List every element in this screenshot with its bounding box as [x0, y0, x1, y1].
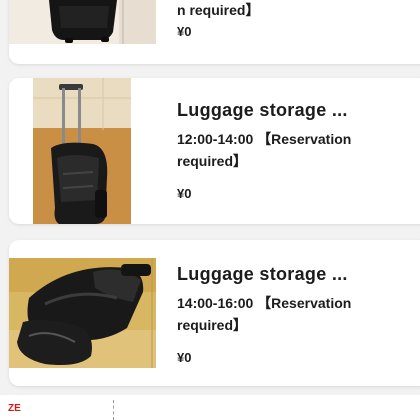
listing-photo — [33, 78, 131, 224]
listing-price: ¥0 — [177, 186, 192, 201]
listing-time: 14:00-16:00 【Reservation required】 — [177, 295, 352, 333]
listing-list: n required】 ¥0 Luggage storage ... 12:00… — [0, 0, 420, 420]
listing-card[interactable]: Luggage storage ... 12:00-14:00 【Reserva… — [9, 78, 420, 224]
listing-time: 12:00-14:00 【Reservation required】 — [177, 131, 352, 169]
listing-price: ¥0 — [177, 350, 192, 365]
listing-title: Luggage storage ... — [177, 100, 348, 120]
rolling-suitcase-photo-graphic — [33, 78, 131, 224]
bags-photo-graphic — [9, 258, 156, 368]
listing-title: Luggage storage ... — [177, 264, 348, 284]
store-logo: ZE — [8, 403, 21, 414]
listing-card[interactable]: n required】 ¥0 — [9, 0, 420, 64]
listing-photo — [9, 258, 156, 368]
listing-photo — [9, 0, 156, 44]
listing-price: ¥0 — [177, 24, 192, 39]
next-listing-card[interactable] — [0, 395, 420, 420]
listing-card[interactable]: Luggage storage ... 14:00-16:00 【Reserva… — [9, 240, 420, 386]
divider — [113, 400, 114, 420]
listing-time-tail: n required】 — [177, 2, 260, 18]
suitcase-photo-graphic — [9, 0, 156, 44]
